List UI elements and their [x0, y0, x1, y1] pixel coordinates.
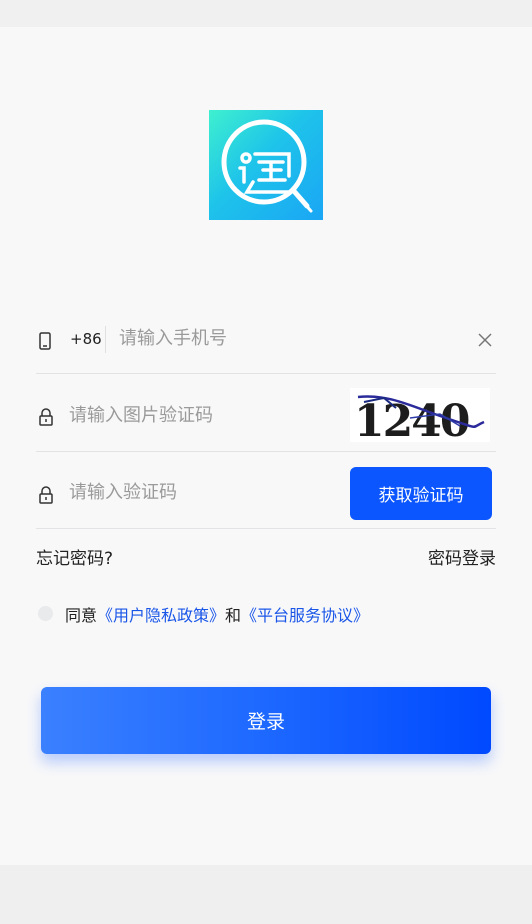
country-code[interactable]: +86: [70, 329, 102, 349]
service-agreement-link[interactable]: 《平台服务协议》: [241, 606, 369, 625]
get-code-button[interactable]: 获取验证码: [350, 467, 492, 520]
phone-input[interactable]: 请输入手机号: [119, 327, 227, 351]
captcha-image[interactable]: 1240: [350, 388, 490, 447]
sms-code-input[interactable]: 请输入验证码: [69, 481, 177, 505]
agree-and: 和: [225, 606, 242, 625]
password-login-link[interactable]: 密码登录: [428, 544, 496, 569]
lock-icon: [38, 408, 54, 430]
privacy-policy-link[interactable]: 《用户隐私政策》: [97, 606, 225, 625]
lock-icon: [38, 486, 54, 508]
status-bar: [0, 0, 532, 27]
divider: [105, 326, 106, 353]
agree-checkbox[interactable]: [38, 606, 53, 621]
close-icon[interactable]: [477, 332, 493, 352]
forgot-password-link[interactable]: 忘记密码?: [36, 544, 113, 569]
agreement-text: 同意《用户隐私政策》和《平台服务协议》: [65, 602, 369, 626]
phone-icon: [38, 332, 52, 354]
captcha-row: 请输入图片验证码 1240: [36, 382, 496, 452]
login-button[interactable]: 登录: [41, 687, 491, 754]
captcha-input[interactable]: 请输入图片验证码: [69, 404, 213, 428]
sms-row: 请输入验证码 获取验证码: [36, 460, 496, 529]
bottom-bar: [0, 865, 532, 924]
phone-row: +86 请输入手机号: [36, 304, 496, 374]
app-logo: [209, 110, 323, 220]
agree-prefix: 同意: [65, 606, 98, 625]
